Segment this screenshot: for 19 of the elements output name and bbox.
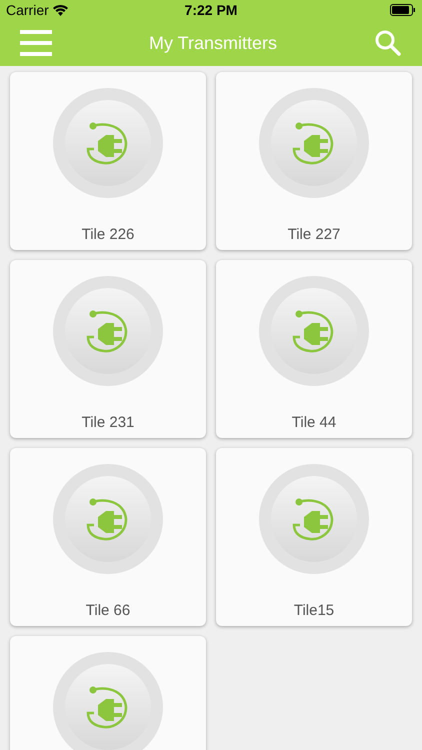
tile-title: Tile 227 [288,225,340,245]
nav-title: My Transmitters [148,32,277,55]
carrier-label: Carrier [6,0,49,20]
battery-icon [390,4,416,16]
tile-title: Tile 66 [86,601,130,621]
tile-card[interactable]: Tile 226 [10,72,206,250]
tile-title: Tile 226 [82,225,134,245]
clock-label: 7:22 PM [184,0,238,20]
tile-title: Tile 44 [292,413,336,433]
tile-title: Tile15 [294,601,334,621]
tile-card[interactable]: Tile 44 [216,260,412,438]
tile-card[interactable]: Tile 66 [10,448,206,626]
tile-card[interactable]: Tile 227 [216,72,412,250]
tile-card[interactable]: Tile 231 [10,260,206,438]
tile-title: Tile 231 [82,413,134,433]
menu-button[interactable] [20,30,52,56]
wifi-icon [52,4,68,16]
search-button[interactable] [374,29,402,57]
tile-card[interactable]: Tile15 [216,448,412,626]
